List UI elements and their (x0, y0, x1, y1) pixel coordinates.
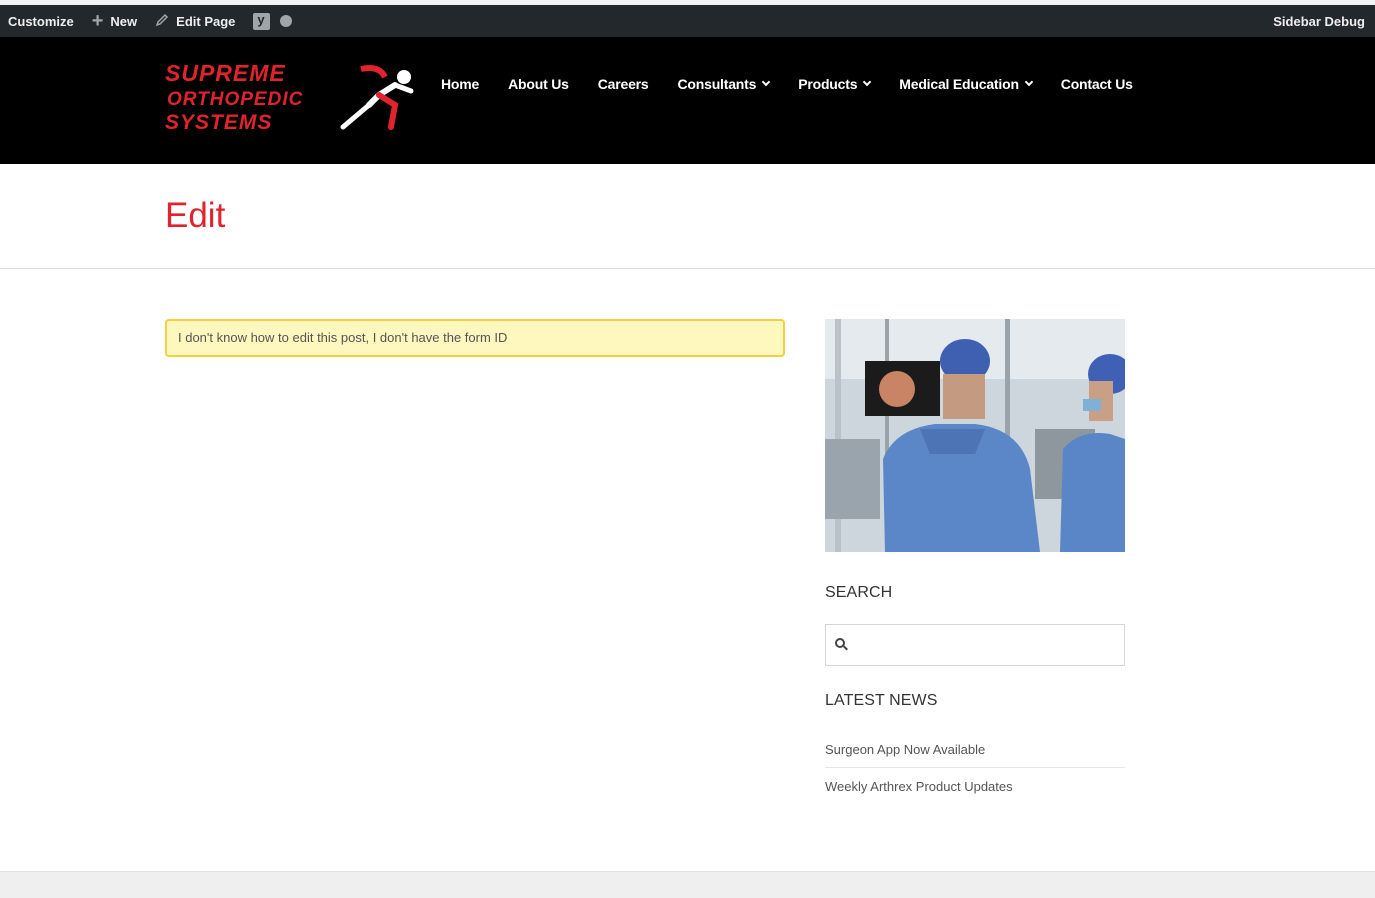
new-label: New (110, 13, 138, 29)
nav-consultants-label: Consultants (677, 76, 757, 92)
yoast-icon[interactable] (253, 12, 271, 30)
main-nav: Home About Us Careers Consultants Produc… (441, 76, 1162, 92)
nav-products[interactable]: Products (798, 76, 872, 92)
chevron-down-icon (1024, 77, 1034, 87)
nav-medical-education[interactable]: Medical Education (899, 76, 1034, 92)
latest-news-list: Surgeon App Now Available Weekly Arthrex… (825, 731, 1125, 805)
customize-label: Customize (8, 13, 74, 29)
nav-consultants[interactable]: Consultants (677, 76, 771, 92)
edit-page-label: Edit Page (176, 13, 236, 29)
status-dot-icon[interactable] (280, 15, 293, 27)
page: Customize + New Edit Page Sidebar Debug … (0, 0, 1375, 898)
sidebar-debug-label: Sidebar Debug (1273, 13, 1365, 29)
pencil-icon (155, 13, 169, 30)
page-title-band: Edit (0, 164, 1375, 269)
footer-bar (0, 871, 1375, 898)
nav-products-label: Products (798, 76, 858, 92)
svg-text:SUPREME: SUPREME (165, 61, 286, 86)
search-box[interactable] (825, 624, 1125, 666)
customize-link[interactable]: Customize (8, 14, 74, 29)
nav-contact-us[interactable]: Contact Us (1061, 76, 1133, 92)
news-link[interactable]: Weekly Arthrex Product Updates (825, 768, 1125, 805)
chevron-down-icon (761, 77, 771, 87)
edit-page-link[interactable]: Edit Page (155, 13, 235, 30)
svg-text:ORTHOPEDIC: ORTHOPEDIC (167, 89, 303, 110)
chevron-down-icon (863, 77, 872, 87)
latest-news-title: LATEST NEWS (825, 692, 938, 709)
svg-text:SYSTEMS: SYSTEMS (165, 111, 272, 133)
search-icon[interactable] (835, 638, 849, 652)
search-input[interactable] (857, 627, 1124, 663)
plus-icon: + (91, 10, 104, 32)
admin-bar: Customize + New Edit Page Sidebar Debug (0, 0, 1375, 37)
search-widget-title: SEARCH (825, 584, 893, 601)
nav-contact-label: Contact Us (1060, 76, 1133, 92)
nav-careers-label: Careers (597, 76, 649, 92)
nav-home-label: Home (441, 76, 480, 92)
site-header: SUPREME ORTHOPEDIC SYSTEMS Home About Us… (0, 37, 1375, 164)
page-title: Edit (165, 196, 226, 235)
nav-careers[interactable]: Careers (598, 76, 649, 92)
news-link[interactable]: Surgeon App Now Available (825, 731, 1125, 768)
nav-about-us[interactable]: About Us (508, 76, 569, 92)
surgeons-image (825, 319, 1125, 552)
nav-home[interactable]: Home (441, 76, 479, 92)
nav-medical-education-label: Medical Education (899, 76, 1019, 92)
site-logo[interactable]: SUPREME ORTHOPEDIC SYSTEMS (165, 60, 420, 134)
new-link[interactable]: + New (92, 11, 137, 31)
warning-notice: I don't know how to edit this post, I do… (165, 319, 785, 357)
nav-about-label: About Us (508, 76, 569, 92)
sidebar-debug-link[interactable]: Sidebar Debug (1273, 5, 1365, 37)
